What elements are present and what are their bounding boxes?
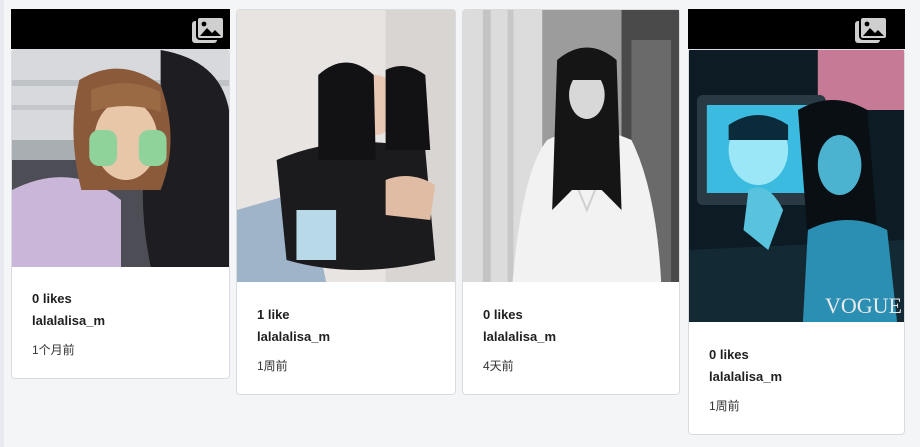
username-link[interactable]: lalalalisa_m (709, 369, 894, 384)
post-4-gallery-bar (688, 9, 905, 49)
post-2-photo[interactable] (237, 10, 455, 282)
post-card-2[interactable]: 1 like lalalalisa_m 1周前 (236, 9, 456, 395)
page-left-edge (0, 0, 4, 447)
likes-count[interactable]: 0 likes (709, 347, 894, 362)
timestamp: 1周前 (709, 399, 740, 413)
post-card-4[interactable]: VOGUE 0 likes lalalalisa_m 1周前 (688, 49, 905, 435)
timestamp: 1个月前 (32, 343, 75, 357)
username-link[interactable]: lalalalisa_m (257, 329, 445, 344)
username-link[interactable]: lalalalisa_m (483, 329, 669, 344)
vogue-watermark: VOGUE (825, 293, 902, 318)
post-1-photo[interactable] (12, 50, 229, 267)
post-1-gallery-bar (11, 9, 230, 49)
post-4-photo[interactable]: VOGUE (689, 50, 904, 322)
likes-count[interactable]: 0 likes (32, 291, 219, 306)
gallery-icon[interactable] (854, 16, 888, 46)
timestamp: 4天前 (483, 359, 514, 373)
timestamp: 1周前 (257, 359, 288, 373)
username-link[interactable]: lalalalisa_m (32, 313, 219, 328)
post-card-1[interactable]: 0 likes lalalalisa_m 1个月前 (11, 49, 230, 379)
likes-count[interactable]: 1 like (257, 307, 445, 322)
post-3-photo[interactable] (463, 10, 679, 282)
post-card-3[interactable]: 0 likes lalalalisa_m 4天前 (462, 9, 680, 395)
gallery-icon[interactable] (191, 16, 225, 46)
likes-count[interactable]: 0 likes (483, 307, 669, 322)
